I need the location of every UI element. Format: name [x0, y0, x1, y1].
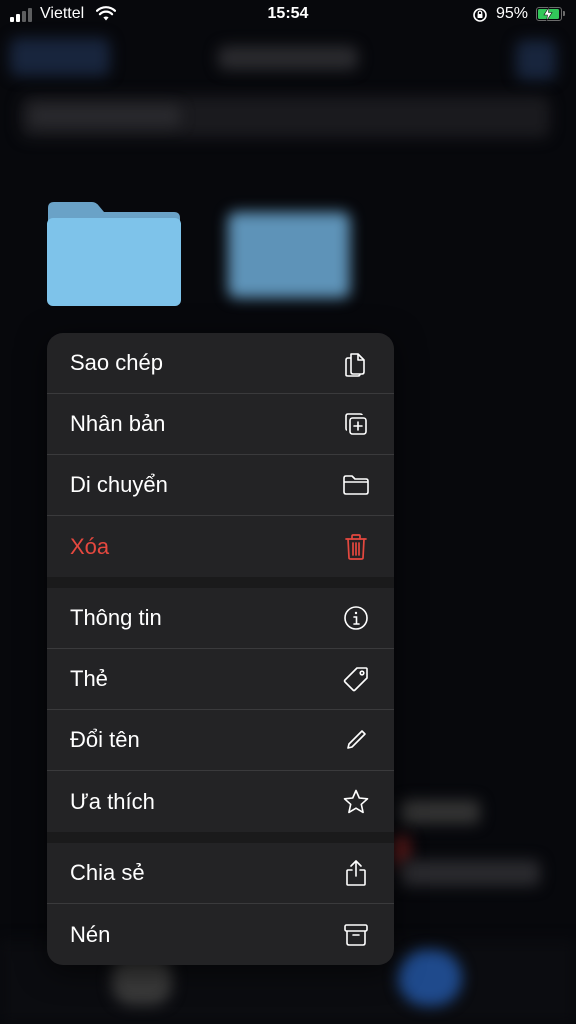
menu-item-move[interactable]: Di chuyển [47, 455, 394, 516]
menu-item-compress[interactable]: Nén [47, 904, 394, 965]
menu-group-separator [47, 577, 394, 588]
duplicate-icon [342, 410, 370, 438]
archive-icon [342, 921, 370, 949]
share-icon [342, 859, 370, 887]
selected-folder-icon[interactable] [46, 198, 182, 306]
screen: Viettel 15:54 95% Sao chép Nhân bản Di c… [0, 0, 576, 1024]
context-menu: Sao chép Nhân bản Di chuyển Xóa Thông ti… [47, 333, 394, 965]
menu-group-separator [47, 832, 394, 843]
nav-title [218, 46, 358, 70]
menu-item-label: Nhân bản [70, 411, 166, 436]
trash-icon [342, 533, 370, 561]
menu-item-label: Di chuyển [70, 472, 168, 497]
battery-icon [536, 7, 565, 21]
rotation-lock-icon [472, 7, 488, 28]
menu-item-info[interactable]: Thông tin [47, 588, 394, 649]
star-icon [342, 788, 370, 816]
menu-item-share[interactable]: Chia sẻ [47, 843, 394, 904]
pencil-icon [342, 726, 370, 754]
background-item [400, 800, 480, 824]
menu-item-duplicate[interactable]: Nhân bản [47, 394, 394, 455]
menu-item-label: Xóa [70, 533, 110, 559]
menu-item-label: Ưa thích [70, 788, 155, 814]
menu-item-copy[interactable]: Sao chép [47, 333, 394, 394]
folder-icon [342, 471, 370, 499]
tab-item [398, 950, 462, 1006]
search-placeholder [30, 106, 180, 126]
menu-item-label: Nén [70, 921, 111, 947]
menu-item-label: Thông tin [70, 605, 162, 630]
battery-percent: 95% [496, 5, 529, 22]
info-icon [342, 604, 370, 632]
copy-icon [342, 349, 370, 377]
clock: 15:54 [267, 5, 309, 22]
menu-item-delete[interactable]: Xóa [47, 516, 394, 577]
background-item [400, 860, 540, 886]
menu-item-favorite[interactable]: Ưa thích [47, 771, 394, 832]
menu-item-label: Chia sẻ [70, 860, 145, 885]
menu-item-label: Thẻ [70, 666, 108, 691]
menu-item-label: Đổi tên [70, 727, 140, 752]
menu-item-tags[interactable]: Thẻ [47, 649, 394, 710]
nav-action-button [516, 40, 556, 80]
menu-item-rename[interactable]: Đổi tên [47, 710, 394, 771]
nav-back-button [10, 38, 110, 76]
tag-icon [342, 665, 370, 693]
background-folder [228, 212, 350, 298]
status-bar: Viettel 15:54 95% [0, 0, 576, 30]
menu-item-label: Sao chép [70, 350, 163, 375]
